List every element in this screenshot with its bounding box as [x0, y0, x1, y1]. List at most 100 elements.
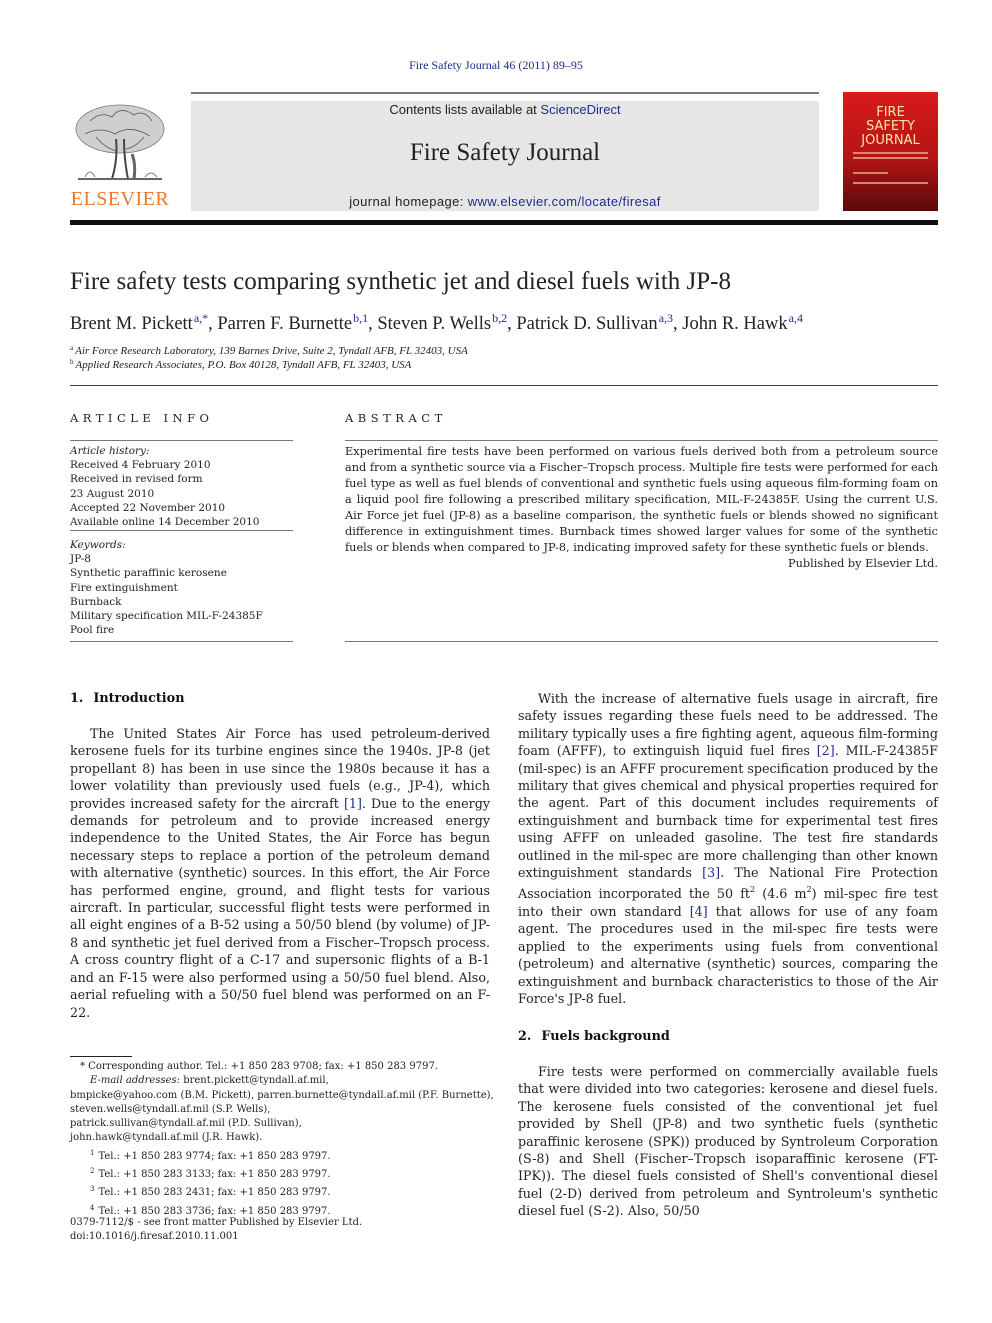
- body-text: that allows for use of any foam agent. T…: [518, 903, 938, 1006]
- article-history: Article history: Received 4 February 201…: [70, 444, 293, 529]
- email-link[interactable]: brent.pickett@tyndall.af.mil,: [180, 1075, 329, 1086]
- affiliation-text: Air Force Research Laboratory, 139 Barne…: [75, 345, 468, 357]
- author-name: Parren F. Burnette: [217, 314, 353, 334]
- journal-citation-link[interactable]: Fire Safety Journal 46 (2011) 89–95: [0, 58, 992, 73]
- reference-link[interactable]: [2]: [817, 743, 835, 758]
- keyword: Pool fire: [70, 624, 115, 637]
- sciencedirect-link[interactable]: ScienceDirect: [540, 102, 620, 117]
- author-name: Patrick D. Sullivan: [516, 314, 658, 334]
- cover-decor-line: [853, 157, 928, 159]
- header-thick-rule: [70, 220, 938, 225]
- body-text: (4.6 m: [755, 886, 807, 902]
- body-text: . MIL-F-24385F (mil-spec) is an AFFF pro…: [518, 743, 939, 881]
- corresponding-author-note: * Corresponding author. Tel.: +1 850 283…: [80, 1061, 438, 1072]
- email-link[interactable]: patrick.sullivan@tyndall.af.mil (P.D. Su…: [70, 1117, 500, 1131]
- section-number: 2.: [518, 1029, 532, 1044]
- abstract-heading: ABSTRACT: [345, 411, 447, 425]
- author-affiliation-link[interactable]: a,3: [659, 311, 673, 325]
- keyword: Burnback: [70, 595, 122, 608]
- history-entry: Accepted 22 November 2010: [70, 501, 226, 514]
- abstract: Experimental fire tests have been perfor…: [345, 444, 938, 572]
- elsevier-wordmark: ELSEVIER: [70, 188, 170, 210]
- footnote-text: Tel.: +1 850 283 2431; fax: +1 850 283 9…: [98, 1187, 331, 1199]
- divider: [345, 641, 938, 642]
- article-title: Fire safety tests comparing synthetic je…: [70, 268, 731, 295]
- fuels-paragraph-1: Fire tests were performed on commerciall…: [518, 1063, 938, 1220]
- footnote-mark: 3: [90, 1185, 95, 1194]
- cover-title-line1: FIRE: [876, 105, 905, 120]
- affiliation-b: b Applied Research Associates, P.O. Box 4…: [70, 358, 411, 371]
- reference-link[interactable]: [3]: [702, 865, 720, 880]
- footnote-text: Tel.: +1 850 283 3133; fax: +1 850 283 9…: [98, 1169, 331, 1181]
- author-name: Steven P. Wells: [377, 314, 492, 334]
- cover-title-line3: JOURNAL: [861, 133, 920, 148]
- body-text: Fire tests were performed on commerciall…: [518, 1064, 938, 1219]
- author-affiliation-link[interactable]: a,*: [194, 311, 208, 325]
- cover-decor-line: [853, 182, 928, 184]
- reference-link[interactable]: [1]: [344, 796, 362, 811]
- keyword: Military specification MIL-F-24385F: [70, 610, 263, 623]
- front-matter: 0379-7112/$ - see front matter Published…: [70, 1216, 500, 1245]
- abstract-text: Experimental fire tests have been perfor…: [345, 445, 939, 554]
- author-name: Brent M. Pickett: [70, 314, 193, 334]
- affiliation-mark: b: [70, 358, 74, 366]
- history-entry: Available online 14 December 2010: [70, 516, 260, 529]
- author-affiliation-link[interactable]: b,2: [492, 311, 507, 325]
- keyword: Synthetic paraffinic kerosene: [70, 567, 227, 580]
- history-entry: Received in revised form: [70, 473, 203, 486]
- author-separator: ,: [368, 314, 378, 334]
- homepage-line: journal homepage: www.elsevier.com/locat…: [191, 194, 819, 209]
- issn-line: 0379-7112/$ - see front matter Published…: [70, 1217, 363, 1228]
- section-number: 1.: [70, 691, 84, 706]
- footnote-mark: 1: [90, 1148, 95, 1157]
- affiliation-a: a Air Force Research Laboratory, 139 Barn…: [70, 344, 468, 357]
- journal-banner: Contents lists available at ScienceDirec…: [191, 101, 819, 211]
- divider: [345, 440, 938, 441]
- cover-decor-line: [853, 152, 928, 154]
- email-link[interactable]: john.hawk@tyndall.af.mil (J.R. Hawk).: [70, 1131, 500, 1145]
- keywords: Keywords: JP-8 Synthetic paraffinic kero…: [70, 538, 293, 637]
- keywords-label: Keywords:: [70, 539, 126, 551]
- history-entry: Received 4 February 2010: [70, 459, 211, 472]
- email-label: E-mail addresses:: [90, 1075, 181, 1087]
- article-history-label: Article history:: [70, 445, 150, 457]
- email-link[interactable]: bmpicke@yahoo.com (B.M. Pickett), parren…: [70, 1089, 500, 1103]
- publisher-note: Published by Elsevier Ltd.: [788, 557, 938, 570]
- introduction-paragraph-1: The United States Air Force has used pet…: [70, 725, 490, 1021]
- cover-decor-line: [853, 172, 888, 174]
- doi-link[interactable]: doi:10.1016/j.firesaf.2010.11.001: [70, 1230, 500, 1244]
- section-title: Introduction: [93, 691, 185, 706]
- affiliation-text: Applied Research Associates, P.O. Box 40…: [75, 359, 412, 371]
- footnote: 1 Tel.: +1 850 283 9774; fax: +1 850 283 …: [70, 1146, 500, 1164]
- reference-link[interactable]: [4]: [690, 904, 708, 919]
- author-affiliation-link[interactable]: b,1: [353, 311, 368, 325]
- elsevier-tree-icon: [75, 104, 165, 180]
- divider: [70, 641, 293, 642]
- journal-name: Fire Safety Journal: [409, 139, 601, 166]
- cover-title-line2: SAFETY: [866, 119, 915, 134]
- divider: [70, 530, 293, 531]
- header-rule: [191, 92, 819, 94]
- contents-line: Contents lists available at ScienceDirec…: [191, 102, 819, 117]
- section-title: Fuels background: [541, 1029, 670, 1044]
- author-name: John R. Hawk: [682, 314, 788, 334]
- introduction-paragraph-2: With the increase of alternative fuels u…: [518, 690, 938, 1007]
- elsevier-logo: ELSEVIER: [70, 99, 170, 211]
- divider: [70, 440, 293, 441]
- author-list: Brent M. Picketta,*, Parren F. Burnetteb…: [70, 311, 803, 335]
- contents-prefix: Contents lists available at: [389, 102, 541, 117]
- footnote-mark: 4: [90, 1203, 95, 1212]
- footnote: 3 Tel.: +1 850 283 2431; fax: +1 850 283 …: [70, 1182, 500, 1200]
- footnote-text: Tel.: +1 850 283 9774; fax: +1 850 283 9…: [98, 1150, 331, 1162]
- article-info-heading: ARTICLE INFO: [70, 411, 214, 425]
- keyword: JP-8: [70, 553, 91, 566]
- email-link[interactable]: steven.wells@tyndall.af.mil (S.P. Wells)…: [70, 1103, 500, 1117]
- footnote-rule: [70, 1056, 132, 1057]
- author-affiliation-link[interactable]: a,4: [789, 311, 803, 325]
- journal-homepage-link[interactable]: www.elsevier.com/locate/firesaf: [468, 194, 661, 209]
- footnote: 2 Tel.: +1 850 283 3133; fax: +1 850 283 …: [70, 1164, 500, 1182]
- journal-cover-thumbnail[interactable]: FIRE SAFETY JOURNAL: [843, 92, 938, 211]
- keyword: Fire extinguishment: [70, 581, 178, 594]
- email-addresses-line: E-mail addresses: brent.pickett@tyndall.…: [70, 1074, 500, 1088]
- footnotes: * Corresponding author. Tel.: +1 850 283…: [70, 1060, 500, 1219]
